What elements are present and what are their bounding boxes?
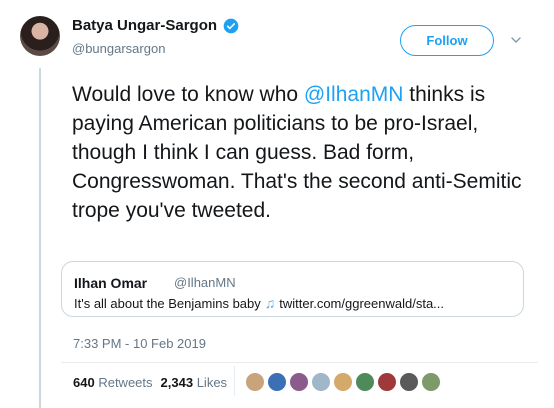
liker-avatar[interactable]: [355, 372, 375, 392]
liker-avatar[interactable]: [267, 372, 287, 392]
author-display-name[interactable]: Batya Ungar-Sargon: [72, 17, 217, 34]
liker-avatar[interactable]: [399, 372, 419, 392]
retweets-label: Retweets: [98, 375, 153, 390]
retweets-stat[interactable]: 640 Retweets: [73, 375, 153, 390]
music-notes-icon: ♫: [264, 295, 276, 311]
likes-stat[interactable]: 2,343 Likes: [161, 375, 228, 390]
follow-button[interactable]: Follow: [400, 25, 494, 56]
chevron-down-icon[interactable]: [510, 34, 522, 46]
liker-avatar[interactable]: [333, 372, 353, 392]
likes-label: Likes: [196, 375, 228, 390]
quoted-display-name: Ilhan Omar: [74, 275, 148, 291]
mention-link[interactable]: @IlhanMN: [304, 83, 404, 106]
liker-avatars: [245, 372, 441, 392]
tweet-timestamp[interactable]: 7:33 PM - 10 Feb 2019: [73, 336, 206, 351]
liker-avatar[interactable]: [311, 372, 331, 392]
quoted-link[interactable]: twitter.com/ggreenwald/sta...: [279, 296, 444, 311]
liker-avatar[interactable]: [377, 372, 397, 392]
avatar[interactable]: [20, 16, 60, 56]
verified-badge-icon: [223, 18, 239, 33]
divider: [61, 362, 538, 363]
author-handle[interactable]: @bungarsargon: [72, 41, 165, 56]
retweets-count: 640: [73, 375, 95, 390]
quoted-tweet[interactable]: Ilhan Omar @IlhanMN It's all about the B…: [61, 261, 524, 317]
engagement-stats: 640 Retweets 2,343 Likes: [73, 375, 227, 390]
stat-divider: [234, 366, 235, 396]
likes-count: 2,343: [160, 375, 194, 390]
quoted-handle: @IlhanMN: [174, 275, 236, 290]
tweet-text-before: Would love to know who: [72, 83, 304, 106]
liker-avatar[interactable]: [289, 372, 309, 392]
tweet-text: Would love to know who @IlhanMN thinks i…: [72, 80, 542, 225]
author-name-row[interactable]: Batya Ungar-Sargon: [72, 17, 239, 34]
liker-avatar[interactable]: [245, 372, 265, 392]
liker-avatar[interactable]: [421, 372, 441, 392]
thread-line: [39, 68, 41, 408]
quoted-text-body: It's all about the Benjamins baby: [74, 295, 261, 311]
quoted-text: It's all about the Benjamins baby ♫ twit…: [74, 295, 444, 311]
